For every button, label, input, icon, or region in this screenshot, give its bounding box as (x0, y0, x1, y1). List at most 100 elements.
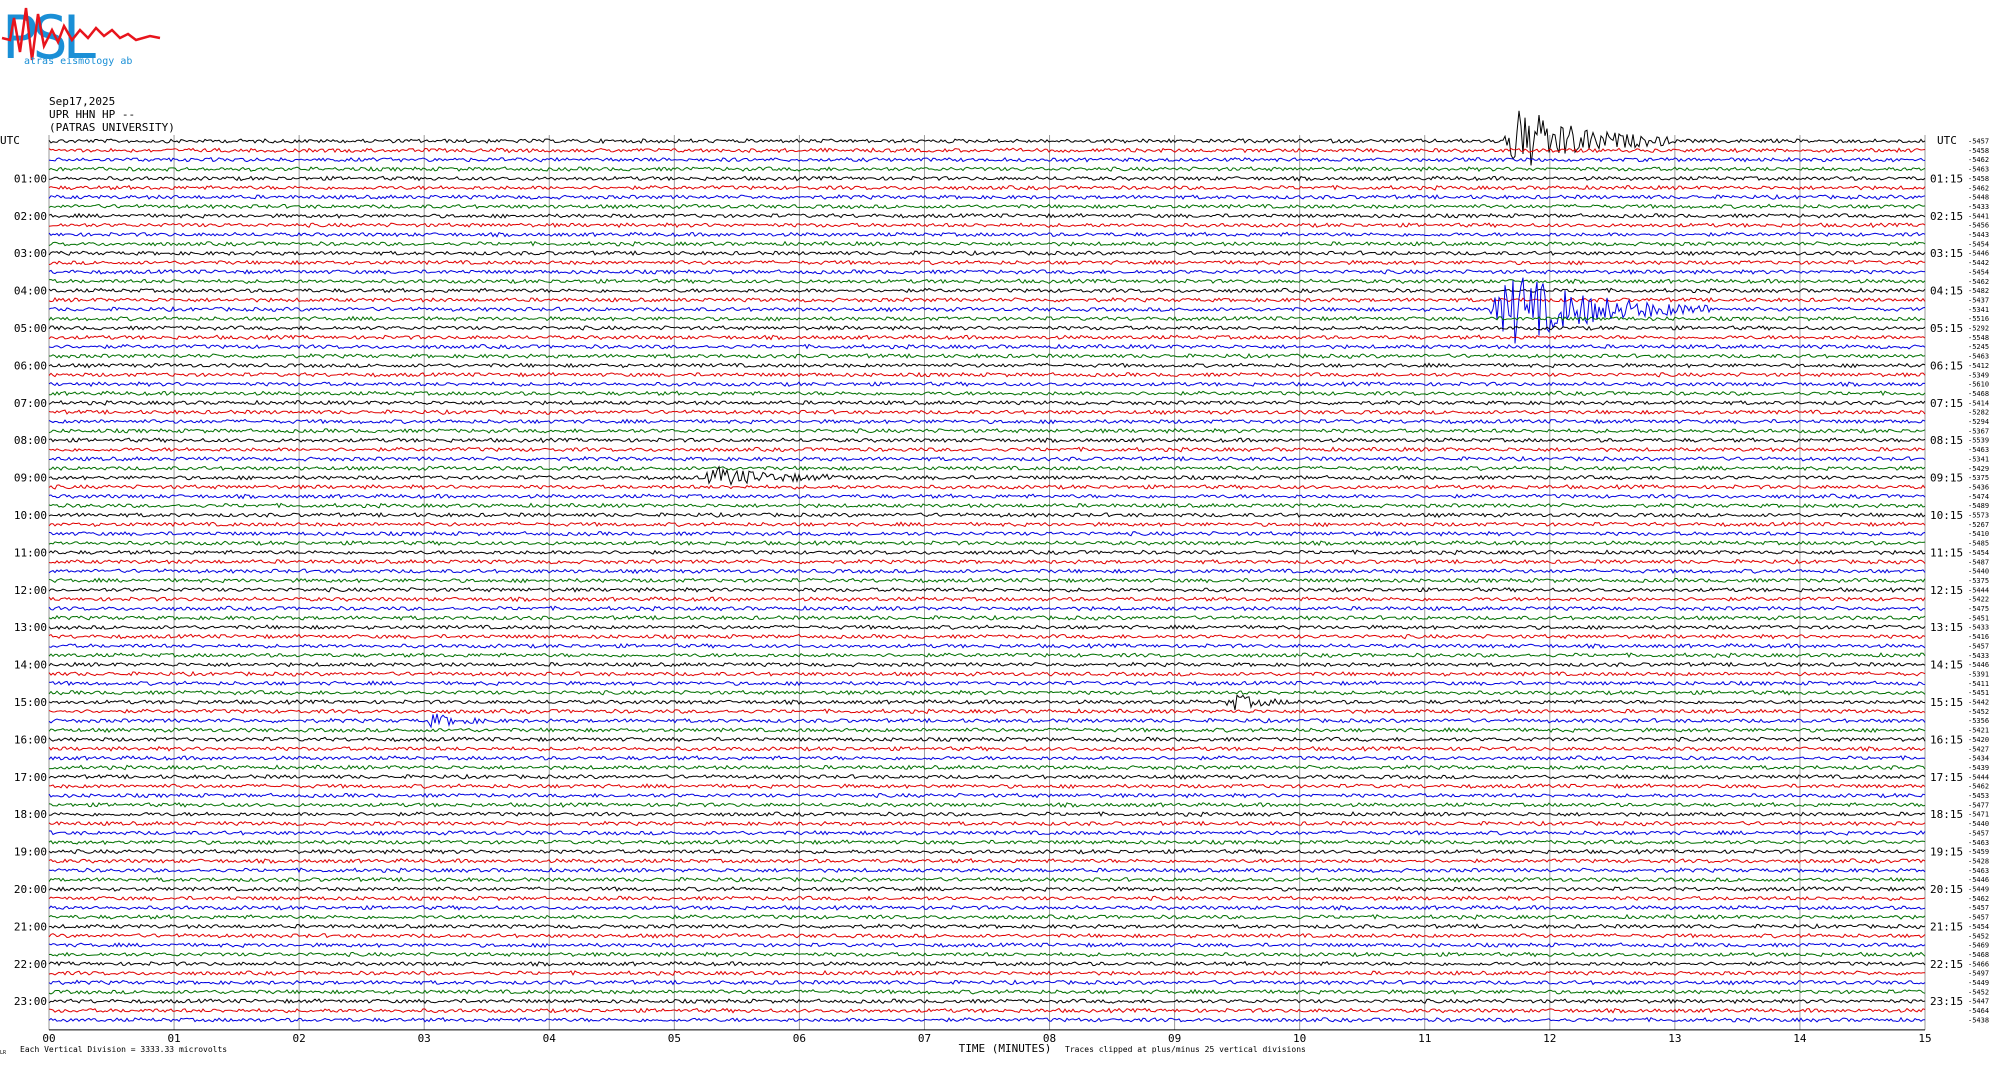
trace-67 (48, 764, 1926, 771)
trace-66 (48, 755, 1926, 761)
hour-label-right: 06:15 (1930, 359, 1963, 372)
x-tick-label: 10 (1293, 1032, 1306, 1045)
trace-offset-label: -5433 (1968, 652, 1989, 660)
hour-label-left: 16:00 (14, 733, 47, 746)
hour-label-left: 13:00 (14, 621, 47, 634)
x-axis-title: TIME (MINUTES) (959, 1042, 1052, 1055)
trace-11 (48, 240, 1926, 247)
trace-offset-label: -5356 (1968, 717, 1989, 725)
trace-offset-label: -5539 (1968, 437, 1989, 445)
trace-72 (48, 811, 1926, 818)
seismic-traces (48, 110, 1926, 1023)
trace-offset-label: -5422 (1968, 596, 1989, 604)
trace-3 (48, 166, 1926, 173)
trace-offset-label: -5414 (1968, 399, 1989, 407)
trace-offset-label: -5446 (1968, 661, 1989, 669)
trace-41 (48, 521, 1926, 528)
hour-label-right: 03:15 (1930, 247, 1963, 260)
trace-offset-label: -5436 (1968, 483, 1989, 491)
trace-offset-label: -5497 (1968, 970, 1989, 978)
trace-offset-label: -5516 (1968, 315, 1989, 323)
trace-offset-label: -5457 (1968, 642, 1989, 650)
trace-offset-label: -5446 (1968, 876, 1989, 884)
trace-71 (48, 801, 1926, 808)
x-tick-label: 12 (1543, 1032, 1556, 1045)
hour-label-left: 11:00 (14, 546, 47, 559)
hour-label-left: 21:00 (14, 920, 47, 933)
trace-84 (48, 923, 1926, 930)
trace-29 (48, 409, 1926, 416)
trace-9 (48, 222, 1926, 229)
x-tick-label: 09 (1168, 1032, 1181, 1045)
trace-offset-label: -5463 (1968, 166, 1989, 174)
x-tick-label: 01 (167, 1032, 180, 1045)
trace-30 (48, 418, 1926, 425)
trace-offset-label: -5468 (1968, 390, 1989, 398)
trace-offset-label: -5441 (1968, 212, 1989, 220)
trace-offset-label: -5452 (1968, 988, 1989, 996)
trace-offset-label: -5367 (1968, 427, 1989, 435)
trace-offset-label: -5474 (1968, 493, 1989, 501)
trace-57 (48, 670, 1926, 677)
trace-offset-label: -5548 (1968, 334, 1989, 342)
trace-offset-label: -5442 (1968, 699, 1989, 707)
trace-offset-label: -5469 (1968, 942, 1989, 950)
trace-24 (48, 362, 1926, 369)
trace-49 (48, 596, 1926, 603)
trace-offset-label: -5442 (1968, 259, 1989, 267)
trace-78 (48, 867, 1926, 874)
trace-offset-label: -5457 (1968, 829, 1989, 837)
trace-23 (49, 352, 1926, 359)
trace-44 (48, 549, 1926, 556)
x-tick-label: 14 (1793, 1032, 1807, 1045)
trace-15 (48, 278, 1926, 285)
trace-31 (48, 427, 1926, 434)
hour-label-right: 22:15 (1930, 958, 1963, 971)
trace-offset-label: -5489 (1968, 502, 1989, 510)
trace-offset-label: -5462 (1968, 156, 1989, 164)
hour-label-right: 05:15 (1930, 322, 1963, 335)
trace-0 (48, 110, 1926, 166)
trace-22 (48, 343, 1926, 350)
hour-label-left: 08:00 (14, 434, 47, 447)
trace-offset-label: -5451 (1968, 689, 1989, 697)
hour-label-right: 21:15 (1930, 920, 1963, 933)
trace-61 (48, 708, 1926, 715)
trace-offset-label: -5463 (1968, 446, 1989, 454)
hour-label-right: 12:15 (1930, 584, 1963, 597)
trace-offset-label: -5458 (1968, 175, 1989, 183)
trace-58 (48, 680, 1926, 687)
trace-offset-label: -5448 (1968, 194, 1989, 202)
hour-label-left: 18:00 (14, 808, 47, 821)
trace-62 (48, 713, 1926, 729)
trace-offset-label: -5462 (1968, 783, 1989, 791)
trace-56 (48, 661, 1926, 668)
trace-offset-label: -5341 (1968, 306, 1989, 314)
trace-5 (48, 184, 1926, 191)
trace-offset-label: -5446 (1968, 250, 1989, 258)
trace-offset-label: -5464 (1968, 1007, 1989, 1015)
trace-7 (48, 203, 1926, 210)
trace-offset-label: -5427 (1968, 745, 1989, 753)
trace-18 (48, 277, 1926, 344)
hour-label-left: 10:00 (14, 509, 47, 522)
trace-offset-label: -5459 (1968, 848, 1989, 856)
x-tick-label: 04 (543, 1032, 557, 1045)
trace-8 (48, 212, 1926, 219)
x-tick-label: 13 (1668, 1032, 1681, 1045)
trace-offset-label: -5428 (1968, 857, 1989, 865)
trace-offset-label: -5375 (1968, 577, 1989, 585)
x-tick-label: 03 (418, 1032, 431, 1045)
trace-53 (48, 633, 1926, 640)
trace-offset-label: -5456 (1968, 222, 1989, 230)
trace-offset-label: -5462 (1968, 278, 1989, 286)
trace-87 (48, 951, 1926, 958)
trace-offset-label: -5454 (1968, 240, 1989, 248)
trace-offset-label: -5454 (1968, 549, 1989, 557)
trace-16 (48, 287, 1926, 294)
x-tick-label: 06 (793, 1032, 806, 1045)
trace-offset-label: -5447 (1968, 998, 1989, 1006)
trace-68 (48, 773, 1926, 780)
trace-26 (48, 381, 1926, 388)
trace-83 (48, 913, 1926, 920)
